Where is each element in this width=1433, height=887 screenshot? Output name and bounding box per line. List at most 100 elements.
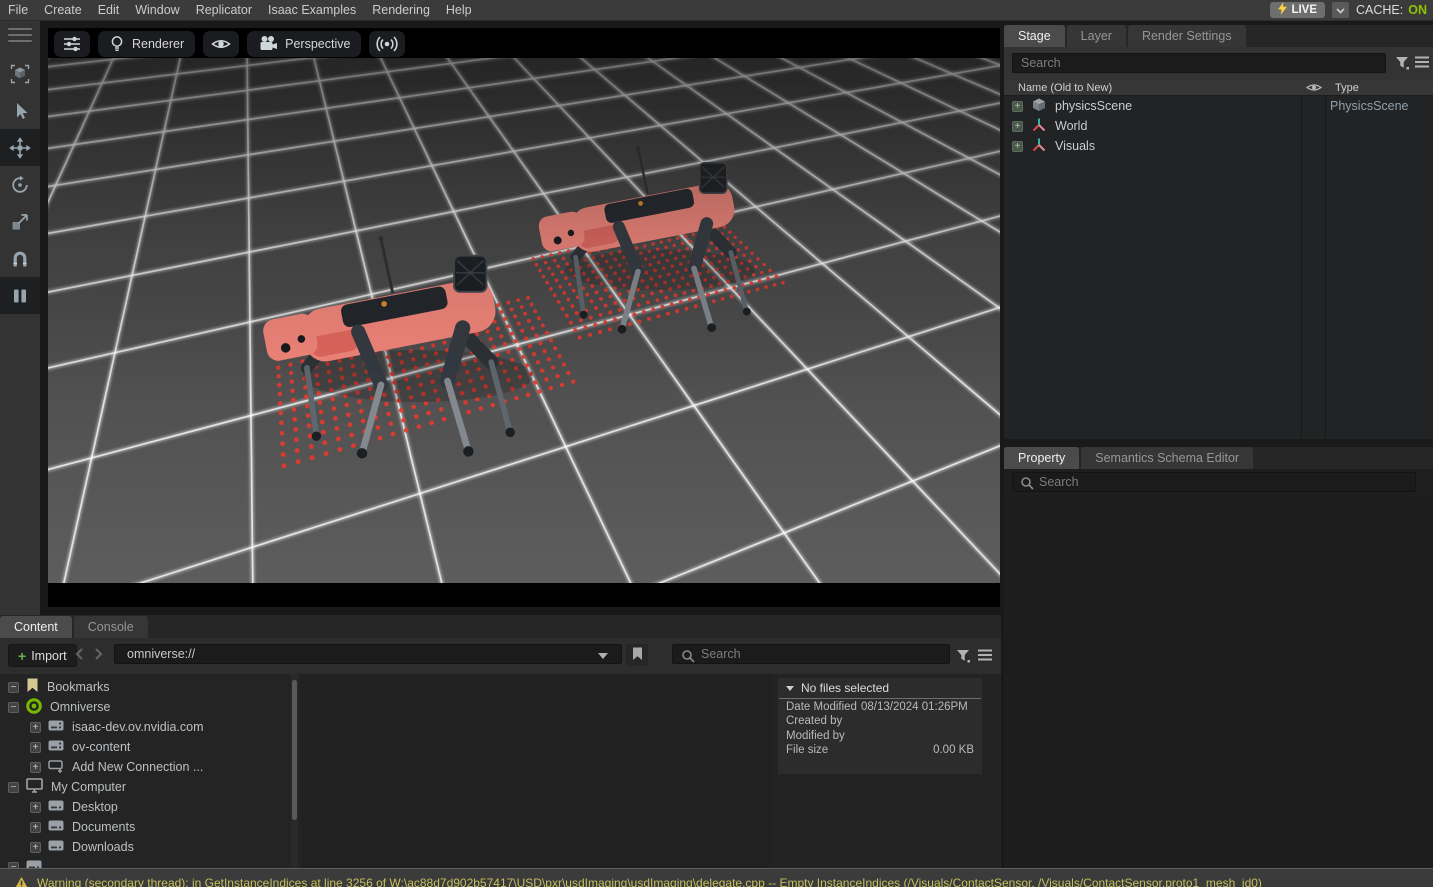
content-options-button[interactable]: [977, 648, 993, 665]
menu-rendering[interactable]: Rendering: [364, 3, 438, 17]
tab-semantics-schema-editor[interactable]: Semantics Schema Editor: [1081, 447, 1253, 469]
viewport-settings-button[interactable]: [54, 31, 90, 57]
scale-tool-button[interactable]: [0, 203, 40, 240]
details-header[interactable]: No files selected: [778, 678, 982, 698]
import-button[interactable]: + Import: [8, 644, 77, 667]
expand-plus-icon[interactable]: +: [1012, 101, 1023, 112]
rotate-icon: [9, 174, 31, 196]
snap-tool-button[interactable]: [0, 240, 40, 277]
viewport-render-area[interactable]: [48, 58, 1000, 583]
expand-plus-icon[interactable]: +: [30, 802, 41, 813]
live-dropdown-button[interactable]: [1332, 2, 1349, 18]
tab-console[interactable]: Console: [74, 616, 148, 638]
content-body: − Bookmarks − Omniverse +: [0, 674, 1001, 868]
tree-scrollbar-thumb[interactable]: [292, 680, 297, 820]
pause-button[interactable]: [0, 277, 40, 314]
tab-stage[interactable]: Stage: [1004, 25, 1065, 47]
stage-row-visuals[interactable]: + Visuals: [1004, 136, 1433, 156]
file-grid-area[interactable]: [302, 674, 772, 868]
prim-name: physicsScene: [1055, 99, 1132, 113]
live-button[interactable]: LIVE: [1270, 2, 1325, 18]
rotate-tool-button[interactable]: [0, 166, 40, 203]
menu-help[interactable]: Help: [438, 3, 480, 17]
menu-window[interactable]: Window: [127, 3, 187, 17]
menu-file[interactable]: File: [8, 3, 36, 17]
menu-icon: [977, 650, 993, 665]
tree-item-partial[interactable]: −: [0, 857, 290, 868]
viewport-3d[interactable]: Renderer Perspective: [48, 28, 1000, 607]
nav-forward-button[interactable]: [94, 647, 104, 664]
visibility-button[interactable]: [203, 31, 239, 57]
stage-tree: + physicsScene PhysicsScene + World: [1004, 96, 1433, 439]
tree-scrollbar[interactable]: [291, 674, 298, 868]
expand-plus-icon[interactable]: +: [30, 822, 41, 833]
collapse-minus-icon[interactable]: −: [8, 702, 19, 713]
stage-row-world[interactable]: + World: [1004, 116, 1433, 136]
3d-scene: [48, 58, 1000, 583]
tree-item-isaac-dev[interactable]: + isaac-dev.ov.nvidia.com: [0, 717, 290, 737]
renderer-button[interactable]: Renderer: [98, 31, 195, 57]
tab-layer[interactable]: Layer: [1067, 25, 1126, 47]
expand-plus-icon[interactable]: +: [30, 742, 41, 753]
tab-property[interactable]: Property: [1004, 447, 1079, 469]
visibility-column-eye-icon[interactable]: [1306, 82, 1322, 96]
perspective-label: Perspective: [285, 37, 350, 51]
menu-create[interactable]: Create: [36, 3, 90, 17]
live-label: LIVE: [1291, 4, 1317, 16]
sliders-icon: [62, 35, 82, 53]
nav-back-button[interactable]: [74, 647, 84, 664]
panel-divider: [1004, 439, 1433, 447]
expand-plus-icon[interactable]: +: [1012, 141, 1023, 152]
content-filter-button[interactable]: [955, 648, 971, 666]
isaac-sim-window: File Create Edit Window Replicator Isaac…: [0, 0, 1433, 887]
collapse-minus-icon[interactable]: −: [8, 682, 19, 693]
move-tool-button[interactable]: [0, 129, 40, 166]
camera-button[interactable]: Perspective: [247, 31, 361, 57]
select-mode-button[interactable]: [0, 55, 40, 92]
menu-isaac-examples[interactable]: Isaac Examples: [260, 3, 364, 17]
content-search-input[interactable]: [672, 644, 950, 664]
camera-icon: [258, 35, 278, 52]
content-browser: Content Console + Import: [0, 615, 1001, 868]
detail-date-modified: Date Modified 08/13/2024 01:26PM: [778, 699, 982, 714]
audio-button[interactable]: [369, 31, 405, 57]
path-dropdown-icon[interactable]: [598, 653, 608, 659]
tree-item-add-new-connection[interactable]: + Add New Connection ...: [0, 757, 290, 777]
tree-item-downloads[interactable]: + Downloads: [0, 837, 290, 857]
stage-filter-button[interactable]: [1394, 55, 1410, 73]
menu-edit[interactable]: Edit: [90, 3, 128, 17]
tree-item-omniverse[interactable]: − Omniverse: [0, 697, 290, 717]
add-connection-icon: [41, 759, 64, 776]
expand-plus-icon[interactable]: +: [1012, 121, 1023, 132]
column-name-label[interactable]: Name (Old to New): [1018, 82, 1112, 94]
property-search-input[interactable]: [1012, 472, 1416, 492]
menu-replicator[interactable]: Replicator: [188, 3, 260, 17]
omniverse-icon: [19, 698, 42, 717]
tab-content[interactable]: Content: [0, 616, 72, 638]
stage-row-physicsscene[interactable]: + physicsScene PhysicsScene: [1004, 96, 1433, 116]
tree-item-desktop[interactable]: + Desktop: [0, 797, 290, 817]
expand-plus-icon[interactable]: +: [30, 722, 41, 733]
stage-options-button[interactable]: [1414, 55, 1430, 72]
bookmark-button[interactable]: [626, 644, 648, 666]
cache-label: CACHE:: [1356, 3, 1403, 17]
collapse-minus-icon[interactable]: −: [8, 782, 19, 793]
path-input[interactable]: [114, 644, 622, 664]
expand-plus-icon[interactable]: +: [30, 842, 41, 853]
tree-item-ov-content[interactable]: + ov-content: [0, 737, 290, 757]
cursor-select-button[interactable]: [0, 92, 40, 129]
column-type-label[interactable]: Type: [1335, 82, 1359, 94]
warning-icon: [14, 876, 29, 887]
tree-item-bookmarks[interactable]: − Bookmarks: [0, 677, 290, 697]
stage-tabbar: Stage Layer Render Settings: [1004, 25, 1433, 47]
stage-search-input[interactable]: [1012, 53, 1386, 73]
plus-icon: +: [18, 649, 26, 663]
prim-name: Visuals: [1055, 139, 1095, 153]
tree-item-documents[interactable]: + Documents: [0, 817, 290, 837]
expand-plus-icon[interactable]: +: [30, 762, 41, 773]
chevron-left-icon: [74, 649, 84, 664]
chevron-right-icon: [94, 649, 104, 664]
toolbar-grip-icon[interactable]: [0, 21, 40, 55]
tree-item-my-computer[interactable]: − My Computer: [0, 777, 290, 797]
tab-render-settings[interactable]: Render Settings: [1128, 25, 1246, 47]
